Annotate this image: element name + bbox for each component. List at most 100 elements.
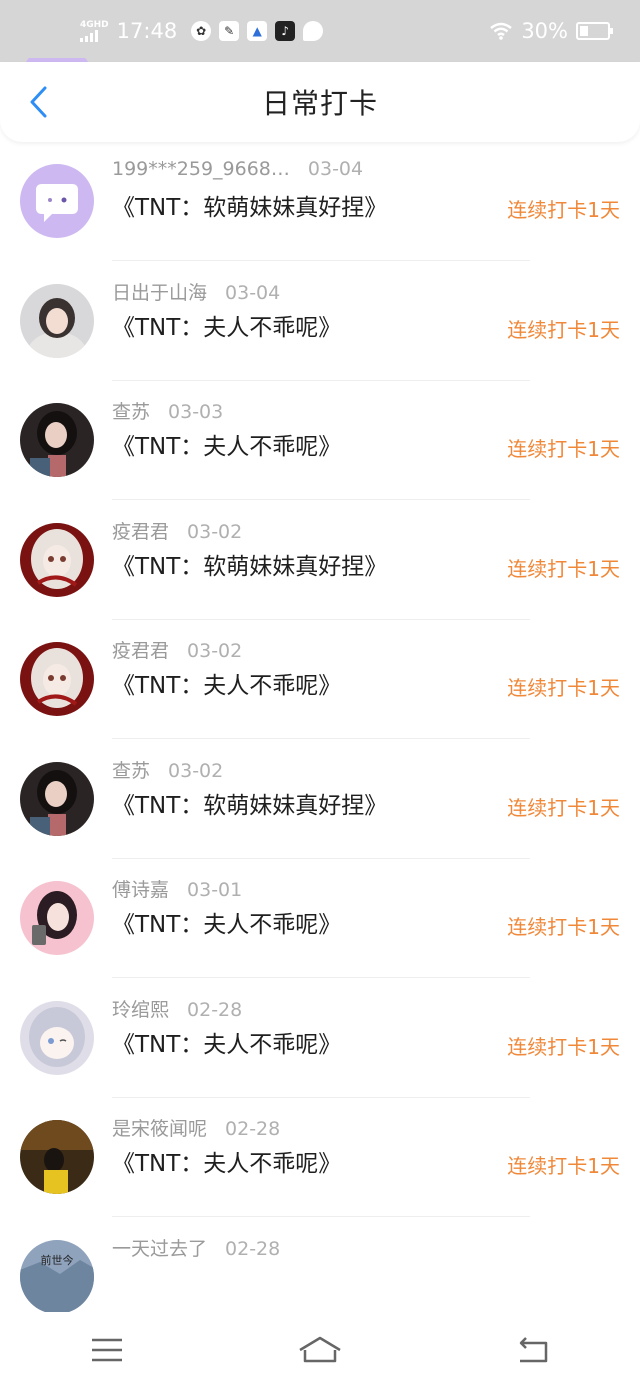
user-name[interactable]: 199***259_9668… [112,158,290,180]
entry-meta: 查苏 03-03 [112,397,223,424]
streak-label: 连续打卡1天 [507,437,620,461]
divider [112,260,530,261]
avatar[interactable] [20,762,94,836]
list-item[interactable]: 玲绾熙 02-28 《TNT：夫人不乖呢》 连续打卡1天 [0,979,640,1098]
svg-text:前世今: 前世今 [41,1253,74,1267]
user-name[interactable]: 是宋筱闻呢 [112,1118,207,1140]
status-left: 4GHD 17:48 ✿ ✎ ▲ ♪ [80,19,324,43]
list-item[interactable]: 疫君君 03-02 《TNT：夫人不乖呢》 连续打卡1天 [0,620,640,739]
signal-icon: 4GHD [80,19,109,42]
battery-icon [576,22,613,40]
battery-text: 30% [521,19,568,43]
home-icon [299,1336,341,1362]
streak-label: 连续打卡1天 [507,796,620,820]
user-name[interactable]: 查苏 [112,401,150,423]
message-icon [303,21,324,41]
home-button[interactable] [290,1325,350,1375]
avatar[interactable]: 前世今 [20,1240,94,1312]
streak-label: 连续打卡1天 [507,318,620,342]
list-item[interactable]: 查苏 03-03 《TNT：夫人不乖呢》 连续打卡1天 [0,381,640,500]
entry-meta: 查苏 03-02 [112,756,223,783]
checkin-date: 03-01 [187,879,243,901]
back-button[interactable] [18,82,58,122]
streak-label: 连续打卡1天 [507,557,620,581]
checkin-date: 03-02 [168,760,224,782]
user-name[interactable]: 日出于山海 [112,282,207,304]
user-name[interactable]: 疫君君 [112,521,169,543]
list-item[interactable]: 傅诗嘉 03-01 《TNT：夫人不乖呢》 连续打卡1天 [0,859,640,978]
list-item[interactable]: 日出于山海 03-04 《TNT：夫人不乖呢》 连续打卡1天 [0,262,640,381]
network-type: 4GHD [80,19,109,30]
divider [112,499,530,500]
status-bar: 4GHD 17:48 ✿ ✎ ▲ ♪ 30% [0,0,640,62]
user-name[interactable]: 查苏 [112,760,150,782]
book-title[interactable]: 《TNT：软萌妹妹真好捏》 [112,188,387,222]
streak-label: 连续打卡1天 [507,1154,620,1178]
book-title[interactable]: 《TNT：软萌妹妹真好捏》 [112,547,387,581]
streak-label: 连续打卡1天 [507,1035,620,1059]
user-name[interactable]: 疫君君 [112,640,169,662]
list-item[interactable]: 前世今 一天过去了 02-28 [0,1218,640,1312]
book-title[interactable]: 《TNT：夫人不乖呢》 [112,427,341,461]
tiktok-icon: ♪ [275,21,296,41]
book-title[interactable]: 《TNT：夫人不乖呢》 [112,666,341,700]
entry-meta: 199***259_9668… 03-04 [112,158,363,180]
checkin-list[interactable]: 连续打卡1天199***259_9668…03-04《TNT：软萌妹妹真好捏》连… [0,58,640,1312]
checkin-date: 03-02 [187,521,243,543]
page-title: 日常打卡 [261,87,378,120]
list-item[interactable]: 是宋筱闻呢 02-28 《TNT：夫人不乖呢》 连续打卡1天 [0,1098,640,1217]
avatar[interactable] [20,403,94,477]
book-title[interactable]: 《TNT：夫人不乖呢》 [112,1025,341,1059]
return-icon [520,1336,548,1362]
checkin-date: 02-28 [225,1238,281,1260]
entry-meta: 疫君君 03-02 [112,517,242,544]
menu-icon [91,1338,122,1361]
list-item[interactable]: 疫君君 03-02 《TNT：软萌妹妹真好捏》 连续打卡1天 [0,501,640,620]
avatar[interactable] [20,523,94,597]
user-name[interactable]: 玲绾熙 [112,999,169,1021]
book-title[interactable]: 《TNT：夫人不乖呢》 [112,308,341,342]
divider [112,738,530,739]
divider [112,1216,530,1217]
avatar[interactable] [20,164,94,238]
wechat-icon: ✿ [191,21,212,41]
avatar[interactable] [20,1120,94,1194]
app-blue-icon: ▲ [247,21,268,41]
divider [112,977,530,978]
checkin-date: 03-02 [187,640,243,662]
checkin-date: 02-28 [225,1118,281,1140]
entry-meta: 日出于山海 03-04 [112,278,280,305]
streak-label: 连续打卡1天 [507,676,620,700]
checkin-date: 02-28 [187,999,243,1021]
list-item[interactable]: 查苏 03-02 《TNT：软萌妹妹真好捏》 连续打卡1天 [0,740,640,859]
checkin-date: 03-04 [307,158,364,180]
user-name[interactable]: 一天过去了 [112,1238,207,1260]
header: 日常打卡 [0,62,640,142]
entry-meta: 疫君君 03-02 [112,636,242,663]
entry-meta: 玲绾熙 02-28 [112,995,242,1022]
entry-meta: 傅诗嘉 03-01 [112,875,242,902]
back-nav-button[interactable] [503,1325,563,1375]
system-nav-bar [0,1312,640,1387]
wifi-icon [490,22,513,40]
chevron-left-icon [30,86,47,118]
checkin-date: 03-03 [168,401,224,423]
status-time: 17:48 [116,19,178,43]
avatar[interactable] [20,1001,94,1075]
streak-label: 连续打卡1天 [507,915,620,939]
streak-label: 连续打卡1天 [507,198,620,222]
checkin-date: 03-04 [225,282,281,304]
avatar[interactable] [20,881,94,955]
book-title[interactable]: 《TNT：软萌妹妹真好捏》 [112,786,387,820]
status-right: 30% [489,19,613,43]
notification-icons: ✿ ✎ ▲ ♪ [191,21,324,41]
entry-meta: 是宋筱闻呢 02-28 [112,1114,280,1141]
entry-meta: 一天过去了 02-28 [112,1234,280,1261]
menu-button[interactable] [77,1325,137,1375]
avatar[interactable] [20,284,94,358]
book-title[interactable]: 《TNT：夫人不乖呢》 [112,905,341,939]
book-title[interactable]: 《TNT：夫人不乖呢》 [112,1144,341,1178]
list-item[interactable]: 199***259_9668… 03-04 《TNT：软萌妹妹真好捏》 连续打卡1天 [0,142,640,261]
avatar[interactable] [20,642,94,716]
user-name[interactable]: 傅诗嘉 [112,879,169,901]
